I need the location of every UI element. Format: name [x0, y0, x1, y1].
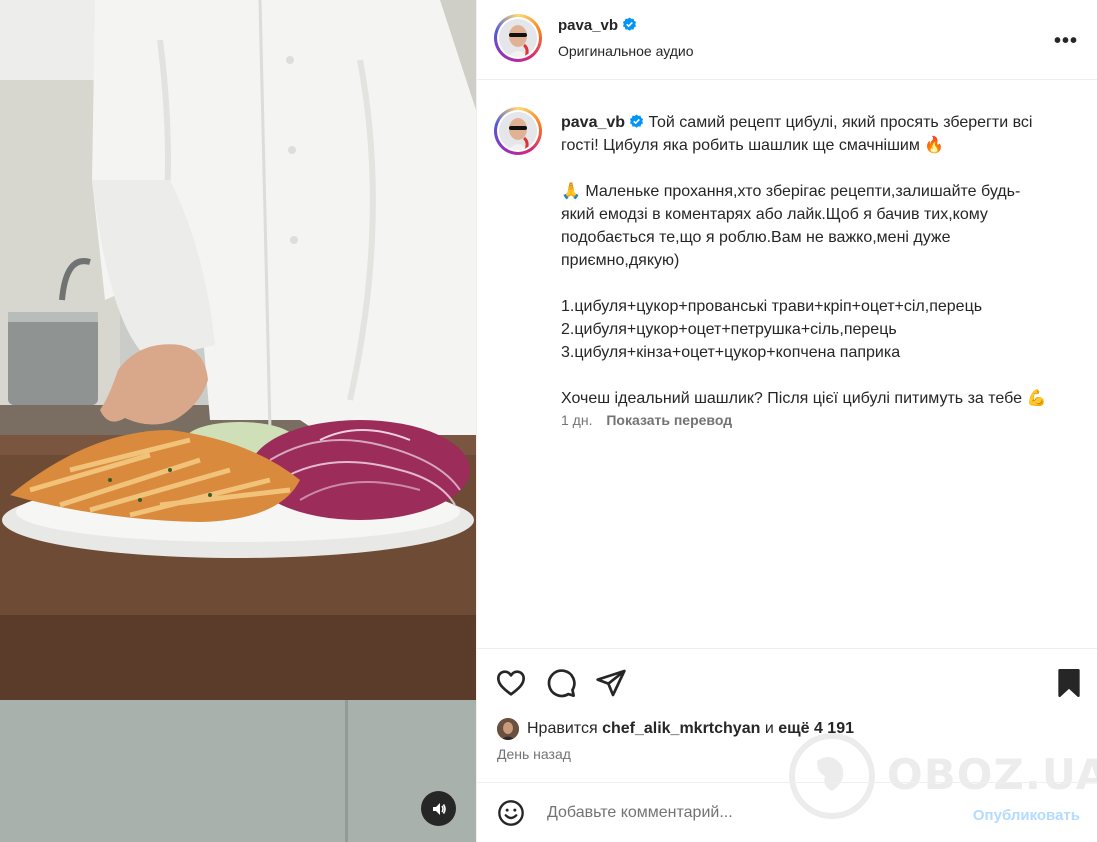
comment-bar: Опубликовать [477, 782, 1097, 842]
likes-prefix: Нравится [527, 720, 598, 737]
post-details-panel: pava_vb Оригинальное аудио ••• pava_vb Т… [476, 0, 1097, 842]
action-bar [477, 648, 1097, 718]
emoji-smile-icon[interactable] [497, 799, 525, 827]
author-avatar[interactable] [494, 14, 542, 62]
closing-line: Хочеш ідеальний шашлик? Після цієї цибул… [561, 390, 1047, 407]
speaker-icon [432, 802, 446, 815]
request-line: 🙏 Маленьке прохання,хто зберігає рецепти… [561, 183, 1021, 200]
verified-badge-icon [629, 114, 644, 128]
recipe-line: 1.цибуля+цукор+прованські трави+кріп+оце… [561, 298, 983, 315]
liker-avatar[interactable] [497, 718, 519, 740]
heart-icon[interactable] [495, 667, 527, 699]
likes-summary: Нравится chef_alik_mkrtchyan и ещё 4 191 [497, 718, 854, 740]
audio-label[interactable]: Оригинальное аудио [558, 43, 694, 59]
liker-username[interactable]: chef_alik_mkrtchyan [602, 720, 760, 738]
comment-input[interactable] [547, 801, 947, 825]
post-caption: pava_vb Той самий рецепт цибулі, який пр… [561, 111, 1071, 410]
more-options-button[interactable]: ••• [1054, 30, 1078, 53]
bookmark-icon[interactable] [1053, 667, 1085, 699]
likes-count[interactable]: ещё 4 191 [778, 720, 854, 738]
mute-button[interactable] [421, 791, 456, 826]
likes-conjunction: и [764, 720, 774, 737]
caption-line: Той самий рецепт цибулі, який просять зб… [648, 114, 1033, 131]
caption-avatar-image [499, 112, 537, 150]
post-video[interactable] [0, 0, 476, 842]
caption-username[interactable]: pava_vb [561, 114, 625, 131]
caption-line: гості! Цибуля яка робить шашлик ще смачн… [561, 137, 945, 154]
comment-bubble-icon[interactable] [545, 667, 577, 699]
caption-meta: 1 дн. Показать перевод [561, 412, 732, 428]
request-line: приємно,дякую) [561, 252, 680, 269]
author-avatar-image [499, 19, 537, 57]
video-frame-image [0, 0, 476, 842]
recipe-line: 2.цибуля+цукор+оцет+петрушка+сіль,перець [561, 321, 897, 338]
recipe-line: 3.цибуля+кінза+оцет+цукор+копчена паприк… [561, 344, 901, 361]
request-line: який емодзі в коментарях або лайк.Щоб я … [561, 206, 988, 223]
publish-comment-button[interactable]: Опубликовать [973, 807, 1080, 824]
show-translation-button[interactable]: Показать перевод [606, 412, 732, 428]
request-line: подобається те,що я роблю.Вам не важко,м… [561, 229, 951, 246]
post-header: pava_vb Оригинальное аудио ••• [477, 0, 1097, 80]
paper-plane-icon[interactable] [595, 667, 627, 699]
verified-badge-icon [622, 17, 637, 31]
caption-author-avatar[interactable] [494, 107, 542, 155]
post-age[interactable]: 1 дн. [561, 412, 592, 428]
author-username[interactable]: pava_vb [558, 17, 618, 34]
liker-avatar-image [497, 718, 519, 740]
post-date[interactable]: День назад [497, 746, 571, 762]
